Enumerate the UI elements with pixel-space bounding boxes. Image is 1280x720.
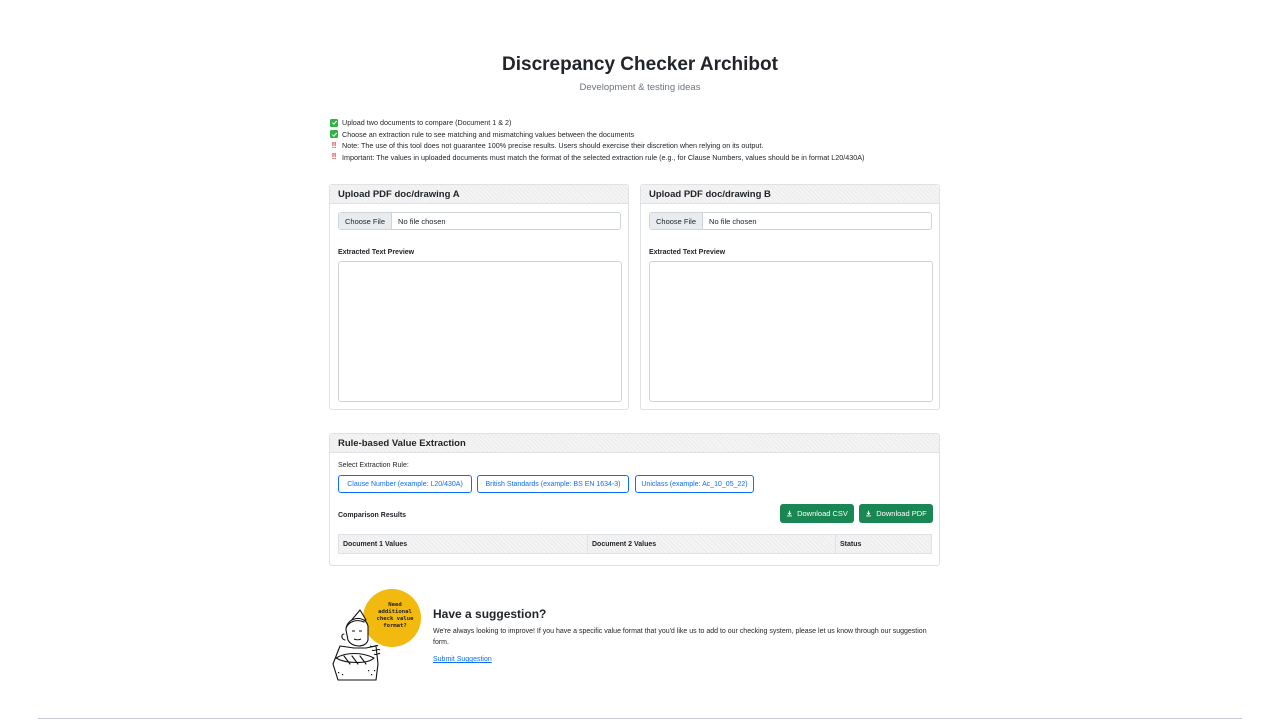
comparison-table: Document 1 Values Document 2 Values Stat… xyxy=(338,534,932,554)
warning-icon: ‼ xyxy=(331,152,337,162)
bubble-text-line: format? xyxy=(383,623,407,629)
bubble-text-line: Need xyxy=(388,602,401,608)
instruction-item: ‼ Note: The use of this tool does not gu… xyxy=(330,140,950,152)
file-status-b: No file chosen xyxy=(709,216,757,226)
instruction-text: Note: The use of this tool does not guar… xyxy=(342,141,764,151)
rule-button-british-standards[interactable]: British Standards (example: BS EN 1634-3… xyxy=(477,475,629,493)
download-csv-button[interactable]: Download CSV xyxy=(780,504,854,523)
preview-label-b: Extracted Text Preview xyxy=(649,249,726,256)
download-pdf-label: Download PDF xyxy=(876,509,927,518)
instructions-list: Upload two documents to compare (Documen… xyxy=(330,117,950,163)
upload-card-b-title: Upload PDF doc/drawing B xyxy=(641,185,939,204)
download-icon xyxy=(787,510,793,517)
check-icon xyxy=(330,130,338,139)
upload-card-a: Upload PDF doc/drawing A Choose File No … xyxy=(329,184,629,410)
suggestion-title: Have a suggestion? xyxy=(433,607,547,621)
instruction-item: Upload two documents to compare (Documen… xyxy=(330,117,950,129)
download-csv-label: Download CSV xyxy=(797,509,848,518)
instruction-item: Choose an extraction rule to see matchin… xyxy=(330,129,950,141)
column-header-document-1: Document 1 Values xyxy=(338,534,588,554)
choose-file-button-b[interactable]: Choose File xyxy=(650,213,704,229)
extraction-card: Rule-based Value Extraction Select Extra… xyxy=(329,433,940,566)
select-rule-label: Select Extraction Rule: xyxy=(338,462,409,469)
upload-card-b: Upload PDF doc/drawing B Choose File No … xyxy=(640,184,940,410)
file-input-b[interactable]: Choose File No file chosen xyxy=(649,212,932,230)
text-preview-b[interactable] xyxy=(649,261,933,402)
preview-label-a: Extracted Text Preview xyxy=(338,249,415,256)
page-subtitle: Development & testing ideas xyxy=(579,82,701,93)
column-header-status: Status xyxy=(835,534,932,554)
instruction-text: Choose an extraction rule to see matchin… xyxy=(342,129,635,139)
footer-divider xyxy=(38,718,1242,719)
page-title: Discrepancy Checker Archibot xyxy=(502,54,778,75)
table-header-row: Document 1 Values Document 2 Values Stat… xyxy=(338,534,932,554)
comparison-results-label: Comparison Results xyxy=(338,512,407,519)
mascot-illustration: Need additional check value format? xyxy=(332,589,421,681)
file-status-a: No file chosen xyxy=(398,216,446,226)
suggestion-text: We're always looking to improve! If you … xyxy=(433,628,927,646)
text-preview-a[interactable] xyxy=(338,261,622,402)
instruction-text: Upload two documents to compare (Documen… xyxy=(342,118,512,128)
file-input-a[interactable]: Choose File No file chosen xyxy=(338,212,621,230)
download-icon xyxy=(866,510,872,517)
check-icon xyxy=(330,118,338,127)
download-pdf-button[interactable]: Download PDF xyxy=(859,504,933,523)
choose-file-button-a[interactable]: Choose File xyxy=(339,213,393,229)
instruction-text: Important: The values in uploaded docume… xyxy=(342,152,865,162)
upload-card-a-title: Upload PDF doc/drawing A xyxy=(330,185,628,204)
column-header-document-2: Document 2 Values xyxy=(587,534,836,554)
submit-suggestion-link[interactable]: Submit Suggestion xyxy=(433,656,492,663)
rule-button-uniclass[interactable]: Uniclass (example: Ac_10_05_22) xyxy=(635,475,754,493)
rule-button-clause-number[interactable]: Clause Number (example: L20/430A) xyxy=(338,475,472,493)
instruction-item: ‼ Important: The values in uploaded docu… xyxy=(330,152,950,164)
extraction-card-title: Rule-based Value Extraction xyxy=(330,434,939,453)
bubble-text-line: additional xyxy=(378,609,412,615)
bubble-text-line: check value xyxy=(376,616,414,622)
warning-icon: ‼ xyxy=(331,140,337,150)
